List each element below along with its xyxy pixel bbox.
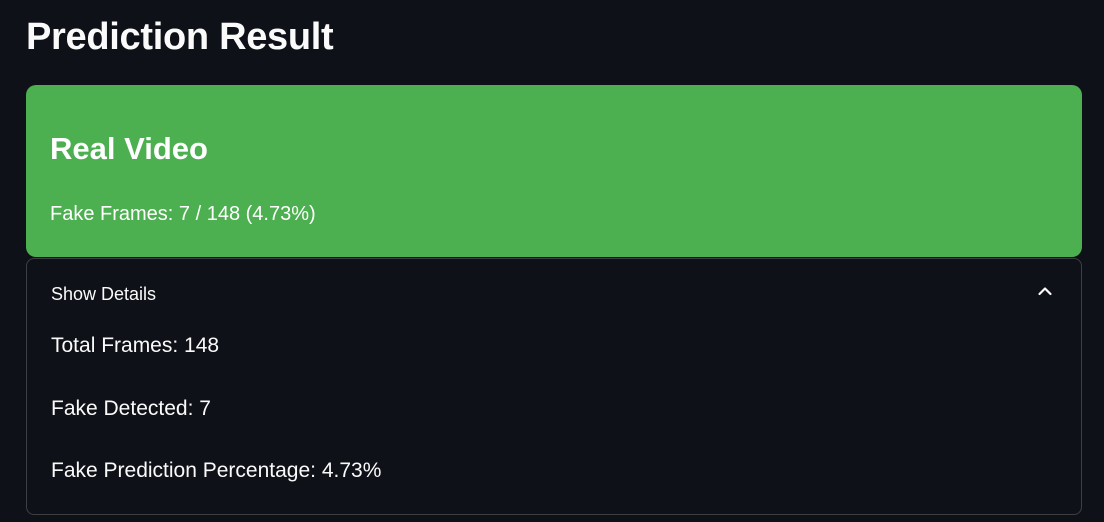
details-expander: Show Details Total Frames: 148 Fake Dete… xyxy=(26,258,1082,515)
details-header-label: Show Details xyxy=(51,284,157,304)
fake-detected-text: Fake Detected: 7 xyxy=(51,397,211,420)
result-card: Real Video Fake Frames: 7 / 148 (4.73%) xyxy=(26,85,1082,257)
details-toggle[interactable]: Show Details xyxy=(27,259,1081,329)
fake-percentage-text: Fake Prediction Percentage: 4.73% xyxy=(51,459,382,482)
page-title: Prediction Result xyxy=(26,16,334,58)
total-frames-text: Total Frames: 148 xyxy=(51,334,220,357)
result-heading: Real Video xyxy=(50,131,208,166)
result-summary: Fake Frames: 7 / 148 (4.73%) xyxy=(50,203,316,225)
chevron-up-icon[interactable] xyxy=(1037,283,1053,299)
prediction-page: Prediction Result Real Video Fake Frames… xyxy=(0,0,1104,522)
